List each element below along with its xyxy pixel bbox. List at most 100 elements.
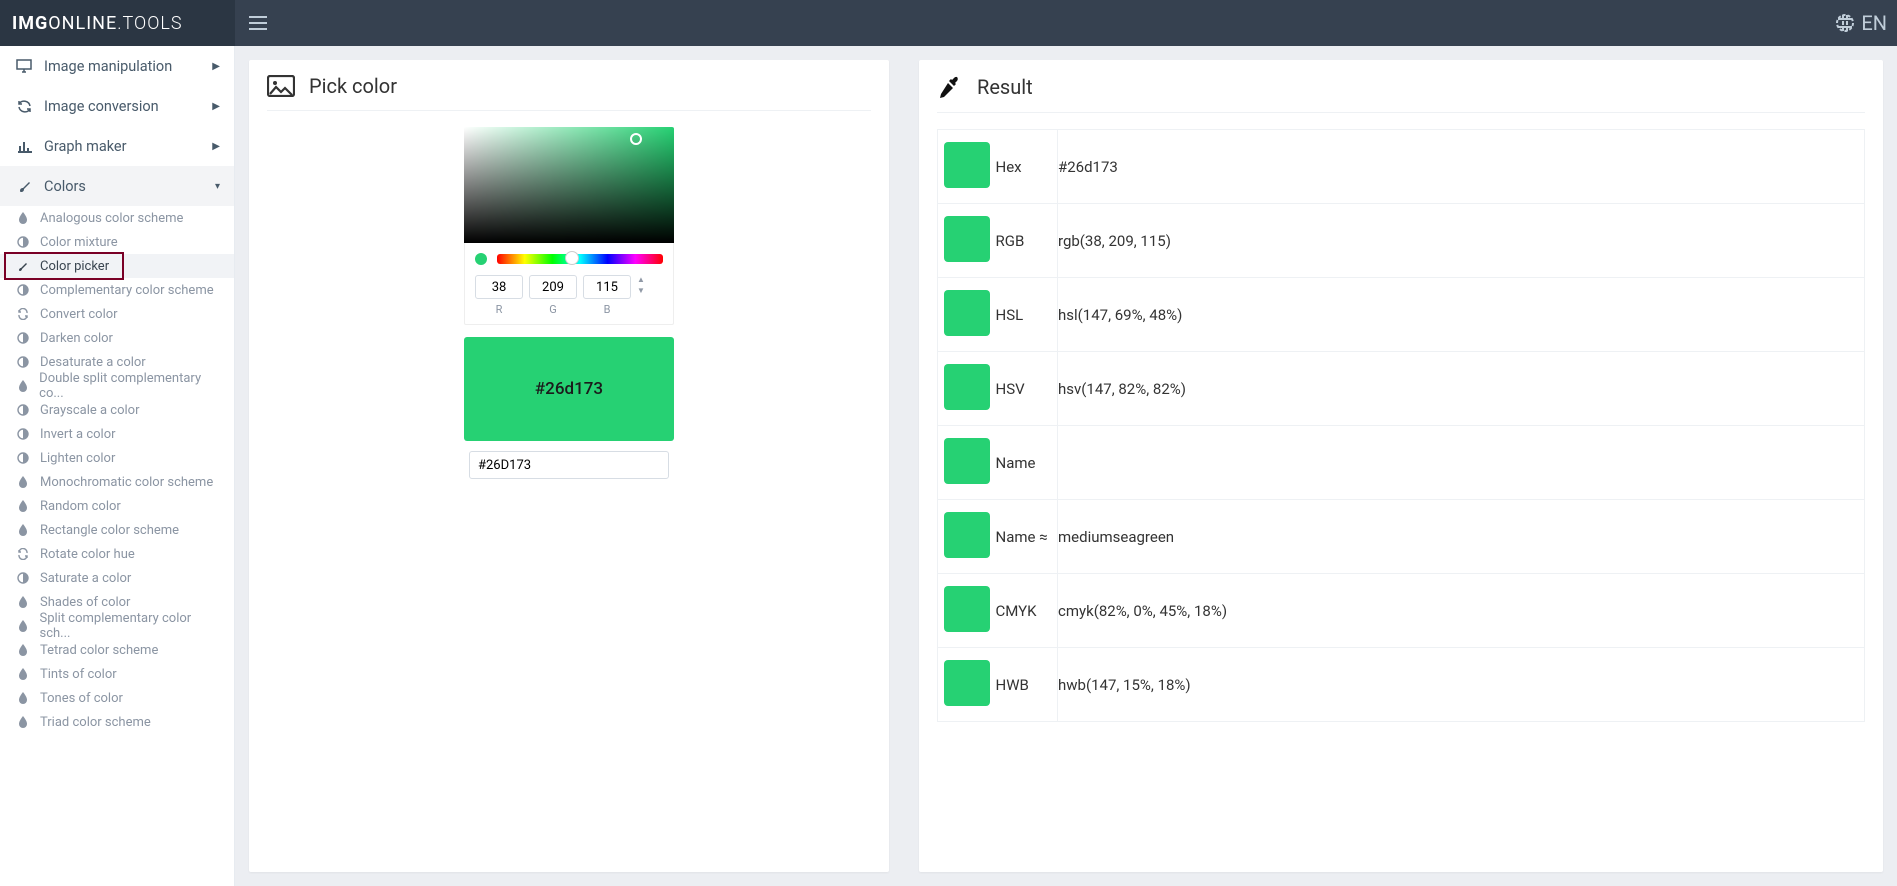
sidebar-item-split-complementary-color-sch[interactable]: Split complementary color sch... xyxy=(0,614,234,638)
tint-icon xyxy=(14,524,32,536)
sidebar-item-label: Complementary color scheme xyxy=(40,283,214,298)
sidebar-item-tetrad-color-scheme[interactable]: Tetrad color scheme xyxy=(0,638,234,662)
result-value: cmyk(82%, 0%, 45%, 18%) xyxy=(1058,574,1865,648)
nav-label: Graph maker xyxy=(44,138,127,155)
r-input[interactable] xyxy=(475,275,523,299)
format-toggle[interactable]: ▲ ▼ xyxy=(637,275,649,295)
sidebar-item-color-picker[interactable]: Color picker xyxy=(0,254,234,278)
tint-icon xyxy=(14,620,31,632)
color-swatch xyxy=(944,364,990,410)
result-label: RGB xyxy=(996,204,1058,278)
b-label: B xyxy=(604,303,611,316)
adjust-icon xyxy=(14,332,32,344)
hamburger-icon xyxy=(249,16,267,30)
color-swatch xyxy=(944,290,990,336)
caret-right-icon: ▶ xyxy=(212,141,220,152)
sidebar-item-color-mixture[interactable]: Color mixture xyxy=(0,230,234,254)
header-right: EN xyxy=(1835,11,1897,35)
menu-toggle-button[interactable] xyxy=(235,0,281,46)
sidebar-item-random-color[interactable]: Random color xyxy=(0,494,234,518)
nav-image-conversion[interactable]: Image conversion ▶ xyxy=(0,86,234,126)
color-picker-widget: R G B ▲ ▼ #26d173 xyxy=(464,127,674,479)
sidebar-item-label: Split complementary color sch... xyxy=(39,611,220,641)
color-swatch xyxy=(944,216,990,262)
sidebar-item-rectangle-color-scheme[interactable]: Rectangle color scheme xyxy=(0,518,234,542)
sidebar-item-complementary-color-scheme[interactable]: Complementary color scheme xyxy=(0,278,234,302)
nav-image-manipulation[interactable]: Image manipulation ▶ xyxy=(0,46,234,86)
current-color-dot xyxy=(475,253,487,265)
sidebar-item-saturate-a-color[interactable]: Saturate a color xyxy=(0,566,234,590)
sidebar-item-label: Double split complementary co... xyxy=(39,371,220,401)
saturation-cursor[interactable] xyxy=(630,133,642,145)
sidebar-item-label: Convert color xyxy=(40,307,118,322)
sidebar-item-invert-a-color[interactable]: Invert a color xyxy=(0,422,234,446)
adjust-icon xyxy=(14,404,32,416)
chevron-down-icon: ▼ xyxy=(637,286,649,295)
sidebar-item-convert-color[interactable]: Convert color xyxy=(0,302,234,326)
sidebar-item-analogous-color-scheme[interactable]: Analogous color scheme xyxy=(0,206,234,230)
result-value: rgb(38, 209, 115) xyxy=(1058,204,1865,278)
logo-mid: ONLINE xyxy=(48,13,117,34)
eyedropper-icon xyxy=(937,74,963,100)
logo[interactable]: IMGONLINE.TOOLS xyxy=(0,0,235,46)
result-label: Name xyxy=(996,426,1058,500)
sidebar-item-label: Desaturate a color xyxy=(40,355,146,370)
result-value: hwb(147, 15%, 18%) xyxy=(1058,648,1865,722)
result-value: #26d173 xyxy=(1058,130,1865,204)
result-row: Hex#26d173 xyxy=(938,130,1865,204)
sidebar-item-tints-of-color[interactable]: Tints of color xyxy=(0,662,234,686)
hex-input[interactable] xyxy=(469,451,669,479)
tint-icon xyxy=(14,644,32,656)
app-header: IMGONLINE.TOOLS EN xyxy=(0,0,1897,46)
nav-graph-maker[interactable]: Graph maker ▶ xyxy=(0,126,234,166)
sidebar-item-label: Color mixture xyxy=(40,235,118,250)
b-input[interactable] xyxy=(583,275,631,299)
sidebar-item-label: Darken color xyxy=(40,331,113,346)
g-label: G xyxy=(549,303,557,316)
sidebar-item-label: Saturate a color xyxy=(40,571,131,586)
nav-colors[interactable]: Colors ▾ xyxy=(0,166,234,206)
nav-label: Colors xyxy=(44,178,86,195)
hue-thumb[interactable] xyxy=(565,251,579,265)
result-row: CMYKcmyk(82%, 0%, 45%, 18%) xyxy=(938,574,1865,648)
tint-icon xyxy=(14,476,32,488)
sidebar-item-label: Rectangle color scheme xyxy=(40,523,179,538)
g-input[interactable] xyxy=(529,275,577,299)
globe-icon xyxy=(1835,13,1855,33)
sidebar-item-label: Rotate color hue xyxy=(40,547,135,562)
sidebar-item-monochromatic-color-scheme[interactable]: Monochromatic color scheme xyxy=(0,470,234,494)
image-icon xyxy=(267,75,295,97)
sidebar-item-triad-color-scheme[interactable]: Triad color scheme xyxy=(0,710,234,734)
panel-title: Pick color xyxy=(309,74,397,98)
preview-swatch-label: #26d173 xyxy=(535,379,603,399)
language-selector[interactable]: EN xyxy=(1835,11,1887,35)
sidebar-item-lighten-color[interactable]: Lighten color xyxy=(0,446,234,470)
sidebar-item-label: Analogous color scheme xyxy=(40,211,183,226)
tint-icon xyxy=(14,380,31,392)
refresh-icon xyxy=(14,308,32,320)
result-label: Hex xyxy=(996,130,1058,204)
bar-chart-icon xyxy=(14,140,34,153)
adjust-icon xyxy=(14,452,32,464)
sidebar-item-darken-color[interactable]: Darken color xyxy=(0,326,234,350)
tint-icon xyxy=(14,716,32,728)
sidebar-item-grayscale-a-color[interactable]: Grayscale a color xyxy=(0,398,234,422)
result-row: HWBhwb(147, 15%, 18%) xyxy=(938,648,1865,722)
saturation-area[interactable] xyxy=(464,127,674,243)
sidebar-item-double-split-complementary-co[interactable]: Double split complementary co... xyxy=(0,374,234,398)
result-label: Name ≈ xyxy=(996,500,1058,574)
sidebar-item-label: Triad color scheme xyxy=(40,715,151,730)
adjust-icon xyxy=(14,572,32,584)
adjust-icon xyxy=(14,356,32,368)
sidebar-item-tones-of-color[interactable]: Tones of color xyxy=(0,686,234,710)
color-swatch xyxy=(944,142,990,188)
brush-icon xyxy=(14,260,32,272)
result-value xyxy=(1058,426,1865,500)
sidebar-item-label: Tones of color xyxy=(40,691,123,706)
hue-slider[interactable] xyxy=(497,254,663,264)
result-table: Hex#26d173RGBrgb(38, 209, 115)HSLhsl(147… xyxy=(937,129,1865,722)
language-label: EN xyxy=(1861,11,1887,35)
sidebar-item-rotate-color-hue[interactable]: Rotate color hue xyxy=(0,542,234,566)
color-swatch xyxy=(944,660,990,706)
brush-icon xyxy=(14,179,34,194)
